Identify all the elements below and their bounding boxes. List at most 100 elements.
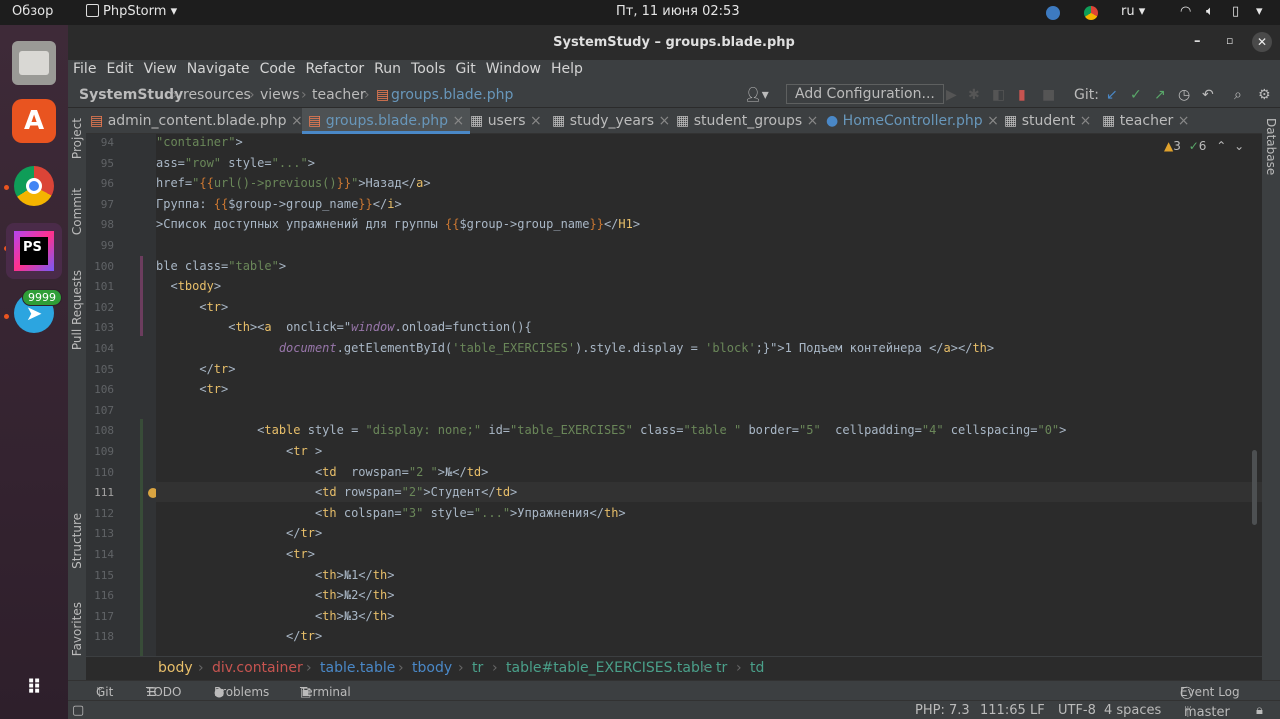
- php-debug-icon[interactable]: ▮: [1018, 87, 1026, 103]
- close-icon[interactable]: ×: [453, 113, 465, 129]
- breadcrumb-resources[interactable]: resources: [183, 87, 251, 103]
- git-update-icon[interactable]: ↙: [1106, 87, 1118, 103]
- php-version[interactable]: PHP: 7.3: [915, 703, 970, 718]
- code-line[interactable]: <tr>: [156, 547, 315, 561]
- chrome-icon[interactable]: [12, 164, 56, 208]
- code-line[interactable]: Группа: {{$group->group_name}}</i>: [156, 197, 402, 211]
- code-line[interactable]: </tr>: [156, 526, 322, 540]
- code-line[interactable]: <th><a onclick="window.onload=function()…: [156, 320, 532, 334]
- menu-git[interactable]: Git: [451, 60, 481, 78]
- code-line[interactable]: <table style = "display: none;" id="tabl…: [156, 423, 1066, 437]
- menu-view[interactable]: View: [139, 60, 182, 78]
- add-configuration-button[interactable]: Add Configuration...: [786, 84, 944, 104]
- breadcrumb-file[interactable]: groups.blade.php: [391, 87, 513, 103]
- menu-code[interactable]: Code: [255, 60, 301, 78]
- tool-pull-requests[interactable]: Pull Requests: [70, 270, 84, 350]
- menu-tools[interactable]: Tools: [406, 60, 451, 78]
- language-indicator[interactable]: ru ▾: [1121, 4, 1145, 19]
- tool-structure[interactable]: Structure: [70, 513, 84, 569]
- volume-icon[interactable]: 🔈︎: [1206, 4, 1214, 19]
- close-icon[interactable]: ×: [530, 113, 542, 129]
- software-center-icon[interactable]: A: [12, 99, 56, 143]
- crumb-tbody[interactable]: tbody: [412, 660, 452, 676]
- app-menu[interactable]: PhpStorm ▾: [86, 4, 177, 19]
- code-line[interactable]: <th>№3</th>: [156, 609, 395, 623]
- search-icon[interactable]: ⌕: [1234, 87, 1242, 103]
- code-line[interactable]: <th>№1</th>: [156, 568, 395, 582]
- run-icon[interactable]: ▶: [946, 87, 957, 103]
- code-line[interactable]: </tr>: [156, 629, 322, 643]
- code-line[interactable]: <th colspan="3" style="...">Упражнения</…: [156, 506, 626, 520]
- breadcrumb-project[interactable]: SystemStudy: [79, 87, 183, 103]
- menu-file[interactable]: File: [68, 60, 101, 78]
- menu-window[interactable]: Window: [481, 60, 546, 78]
- code-line[interactable]: <tr>: [156, 300, 228, 314]
- minimize-icon[interactable]: –: [1194, 34, 1201, 49]
- breadcrumb-views[interactable]: views: [260, 87, 300, 103]
- code-line[interactable]: <th>№2</th>: [156, 588, 395, 602]
- tool-commit[interactable]: Commit: [70, 188, 84, 235]
- debug-icon[interactable]: ✱: [968, 87, 980, 103]
- code-line[interactable]: ass="row" style="...">: [156, 156, 315, 170]
- tab-home-controller[interactable]: ● HomeController.php ×: [826, 108, 999, 134]
- crumb-table[interactable]: table.table: [320, 660, 395, 676]
- menu-edit[interactable]: Edit: [101, 60, 138, 78]
- close-icon[interactable]: ×: [807, 113, 819, 129]
- system-menu-chevron-icon[interactable]: ▾: [1256, 4, 1263, 19]
- tab-admin-content[interactable]: ▤ admin_content.blade.php ×: [90, 108, 303, 134]
- tool-database[interactable]: Database: [1264, 118, 1278, 175]
- code-line[interactable]: <td rowspan="2 ">№</td>: [156, 465, 488, 479]
- close-icon[interactable]: ×: [291, 113, 303, 129]
- crumb-tr-inner[interactable]: tr: [716, 660, 727, 676]
- crumb-tr[interactable]: tr: [472, 660, 483, 676]
- tab-study-years[interactable]: ▦ study_years ×: [552, 108, 670, 134]
- chevron-down-icon[interactable]: ⌄: [1234, 139, 1244, 153]
- code-line[interactable]: document.getElementById('table_EXERCISES…: [156, 341, 994, 355]
- tab-groups[interactable]: ▤ groups.blade.php ×: [302, 108, 471, 134]
- editor-scrollbar[interactable]: [1252, 450, 1257, 525]
- code-line[interactable]: </tr>: [156, 362, 235, 376]
- breadcrumb-teacher[interactable]: teacher: [312, 87, 366, 103]
- close-icon[interactable]: ×: [1080, 113, 1092, 129]
- crumb-table-exercises[interactable]: table#table_EXERCISES.table: [506, 660, 712, 676]
- tab-student-groups[interactable]: ▦ student_groups ×: [676, 108, 818, 134]
- chrome-tray-icon[interactable]: [1084, 6, 1098, 20]
- git-history-icon[interactable]: ◷: [1178, 87, 1190, 103]
- code-line[interactable]: <tr>: [156, 382, 228, 396]
- close-icon[interactable]: ✕: [1252, 32, 1272, 52]
- git-commit-icon[interactable]: ✓: [1130, 87, 1142, 103]
- lock-icon[interactable]: 🔒︎: [1256, 703, 1263, 718]
- menu-refactor[interactable]: Refactor: [300, 60, 369, 78]
- chevron-up-icon[interactable]: ⌃: [1216, 139, 1226, 153]
- files-icon[interactable]: [12, 41, 56, 85]
- indent-setting[interactable]: 4 spaces: [1104, 703, 1161, 718]
- line-number-gutter[interactable]: 94 95 96 97 98 99 100 101 102 103 104 105 106 107 108 1…: [86, 134, 158, 659]
- caret-position[interactable]: 111:65: [980, 703, 1026, 718]
- crumb-body[interactable]: body: [158, 660, 193, 676]
- close-icon[interactable]: ×: [1178, 113, 1190, 129]
- phpstorm-dock-icon[interactable]: PS: [6, 223, 62, 279]
- code-editor[interactable]: "container"> ass="row" style="..."> href="…: [156, 134, 1262, 656]
- code-line[interactable]: <tbody>: [156, 279, 221, 293]
- crumb-td[interactable]: td: [750, 660, 764, 676]
- settings-icon[interactable]: ⚙: [1258, 87, 1271, 103]
- menu-navigate[interactable]: Navigate: [182, 60, 255, 78]
- code-line[interactable]: <tr >: [156, 444, 322, 458]
- wifi-icon[interactable]: ◠: [1180, 4, 1191, 19]
- app-grid-icon[interactable]: ⠿: [12, 665, 56, 709]
- code-line[interactable]: href="{{url()->previous()}}">Назад</a>: [156, 176, 431, 190]
- line-separator[interactable]: LF: [1030, 703, 1045, 718]
- file-encoding[interactable]: UTF-8: [1058, 703, 1096, 718]
- tool-project[interactable]: Project: [70, 118, 84, 159]
- activities-button[interactable]: Обзор: [12, 4, 53, 19]
- git-rollback-icon[interactable]: ↶: [1202, 87, 1214, 103]
- tab-student[interactable]: ▦ student ×: [1004, 108, 1091, 134]
- menu-run[interactable]: Run: [369, 60, 406, 78]
- code-line[interactable]: "container">: [156, 135, 243, 149]
- crumb-div-container[interactable]: div.container: [212, 660, 303, 676]
- close-icon[interactable]: ×: [987, 113, 999, 129]
- code-line[interactable]: <td rowspan="2">Студент</td>: [156, 485, 517, 499]
- maximize-icon[interactable]: ▫: [1226, 34, 1233, 47]
- stop-icon[interactable]: ■: [1042, 87, 1055, 103]
- toggle-tool-windows-icon[interactable]: ▢: [72, 703, 84, 718]
